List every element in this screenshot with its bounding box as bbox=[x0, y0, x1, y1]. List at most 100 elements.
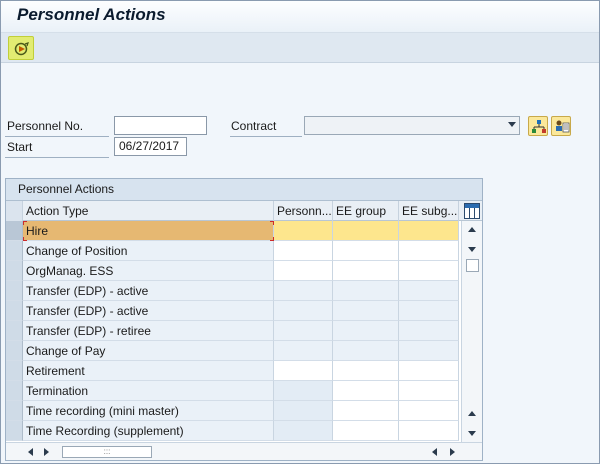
row-selector[interactable] bbox=[6, 281, 23, 301]
vertical-scrollbar[interactable] bbox=[461, 221, 482, 442]
personnel-cell[interactable] bbox=[274, 321, 333, 341]
scroll-right-icon[interactable] bbox=[44, 448, 49, 456]
row-selector[interactable] bbox=[6, 401, 23, 421]
table-row[interactable]: Transfer (EDP) - active bbox=[6, 301, 482, 321]
contract-underline bbox=[230, 136, 302, 137]
action-type-cell[interactable]: Time Recording (supplement) bbox=[23, 421, 274, 441]
personnel-cell[interactable] bbox=[274, 381, 333, 401]
header-ee-group[interactable]: EE group bbox=[333, 201, 399, 221]
scroll-up-icon[interactable] bbox=[468, 227, 476, 232]
ee-group-cell[interactable] bbox=[333, 361, 399, 381]
application-toolbar bbox=[1, 33, 599, 63]
scroll-left-end-icon[interactable] bbox=[432, 448, 437, 456]
chevron-down-icon[interactable] bbox=[508, 122, 516, 127]
scroll-page-up-icon[interactable] bbox=[468, 411, 476, 416]
ee-group-cell[interactable] bbox=[333, 401, 399, 421]
ee-group-cell[interactable] bbox=[333, 421, 399, 441]
action-type-cell[interactable]: Transfer (EDP) - active bbox=[23, 281, 274, 301]
table-row[interactable]: Time Recording (supplement) bbox=[6, 421, 482, 441]
ee-group-cell[interactable] bbox=[333, 261, 399, 281]
scroll-page-down-icon[interactable] bbox=[468, 431, 476, 436]
table-row[interactable]: OrgManag. ESS bbox=[6, 261, 482, 281]
personnel-cell[interactable] bbox=[274, 421, 333, 441]
action-type-cell[interactable]: Time recording (mini master) bbox=[23, 401, 274, 421]
start-underline bbox=[5, 157, 109, 158]
personnel-cell[interactable] bbox=[274, 401, 333, 421]
ee-group-cell[interactable] bbox=[333, 281, 399, 301]
execute-button[interactable] bbox=[8, 36, 34, 60]
table-row[interactable]: Retirement bbox=[6, 361, 482, 381]
table-row[interactable]: Transfer (EDP) - active bbox=[6, 281, 482, 301]
personnel-cell[interactable] bbox=[274, 281, 333, 301]
row-selector[interactable] bbox=[6, 301, 23, 321]
ee-subgroup-cell[interactable] bbox=[399, 341, 459, 361]
action-type-cell[interactable]: OrgManag. ESS bbox=[23, 261, 274, 281]
personnel-cell[interactable] bbox=[274, 241, 333, 261]
row-selector[interactable] bbox=[6, 221, 23, 241]
header-ee-subgroup[interactable]: EE subg... bbox=[399, 201, 459, 221]
ee-subgroup-cell[interactable] bbox=[399, 281, 459, 301]
table-row[interactable]: Termination bbox=[6, 381, 482, 401]
header-personnel[interactable]: Personn... bbox=[274, 201, 333, 221]
table-row[interactable]: Change of Pay bbox=[6, 341, 482, 361]
ee-group-cell[interactable] bbox=[333, 321, 399, 341]
ee-subgroup-cell[interactable] bbox=[399, 401, 459, 421]
title-bar: Personnel Actions bbox=[1, 1, 599, 33]
page-title: Personnel Actions bbox=[17, 5, 166, 24]
row-selector[interactable] bbox=[6, 421, 23, 441]
action-type-cell[interactable]: Change of Position bbox=[23, 241, 274, 261]
ee-group-cell[interactable] bbox=[333, 241, 399, 261]
row-selector[interactable] bbox=[6, 341, 23, 361]
personnel-no-input[interactable] bbox=[114, 116, 207, 135]
row-selector[interactable] bbox=[6, 241, 23, 261]
table-settings-icon[interactable] bbox=[464, 203, 480, 219]
personnel-cell[interactable] bbox=[274, 341, 333, 361]
personnel-cell[interactable] bbox=[274, 261, 333, 281]
ee-subgroup-cell[interactable] bbox=[399, 361, 459, 381]
ee-subgroup-cell[interactable] bbox=[399, 301, 459, 321]
ee-group-cell[interactable] bbox=[333, 221, 399, 241]
ee-subgroup-cell[interactable] bbox=[399, 221, 459, 241]
focus-marker bbox=[23, 221, 27, 225]
ee-subgroup-cell[interactable] bbox=[399, 241, 459, 261]
row-selector[interactable] bbox=[6, 381, 23, 401]
row-selector[interactable] bbox=[6, 321, 23, 341]
scroll-right-end-icon[interactable] bbox=[450, 448, 455, 456]
ee-group-cell[interactable] bbox=[333, 381, 399, 401]
contract-dropdown[interactable] bbox=[304, 116, 520, 135]
header-action-type[interactable]: Action Type bbox=[23, 201, 274, 221]
table-row[interactable]: Change of Position bbox=[6, 241, 482, 261]
org-structure-button[interactable] bbox=[528, 116, 548, 136]
personnel-cell[interactable] bbox=[274, 301, 333, 321]
table-row[interactable]: Time recording (mini master) bbox=[6, 401, 482, 421]
row-selector[interactable] bbox=[6, 261, 23, 281]
action-type-cell[interactable]: Termination bbox=[23, 381, 274, 401]
action-type-cell[interactable]: Change of Pay bbox=[23, 341, 274, 361]
ee-subgroup-cell[interactable] bbox=[399, 261, 459, 281]
ee-group-cell[interactable] bbox=[333, 301, 399, 321]
personnel-cell[interactable] bbox=[274, 221, 333, 241]
start-label: Start bbox=[7, 140, 33, 154]
ee-subgroup-cell[interactable] bbox=[399, 421, 459, 441]
horizontal-scroll-thumb[interactable]: ::: bbox=[62, 446, 152, 458]
ee-subgroup-cell[interactable] bbox=[399, 381, 459, 401]
scroll-thumb[interactable] bbox=[466, 259, 479, 272]
scroll-down-icon[interactable] bbox=[468, 247, 476, 252]
table-row[interactable]: Hire bbox=[6, 221, 482, 241]
action-type-cell[interactable]: Retirement bbox=[23, 361, 274, 381]
start-date-input[interactable]: 06/27/2017 bbox=[114, 137, 187, 156]
person-list-button[interactable] bbox=[551, 116, 571, 136]
personnel-cell[interactable] bbox=[274, 361, 333, 381]
action-type-cell[interactable]: Transfer (EDP) - active bbox=[23, 301, 274, 321]
scroll-left-icon[interactable] bbox=[28, 448, 33, 456]
ee-group-cell[interactable] bbox=[333, 341, 399, 361]
row-selector[interactable] bbox=[6, 361, 23, 381]
table-row[interactable]: Transfer (EDP) - retiree bbox=[6, 321, 482, 341]
select-all-header[interactable] bbox=[6, 201, 23, 221]
action-type-cell[interactable]: Hire bbox=[23, 221, 274, 241]
horizontal-scrollbar[interactable]: ::: bbox=[6, 442, 482, 460]
ee-subgroup-cell[interactable] bbox=[399, 321, 459, 341]
contract-label: Contract bbox=[231, 119, 277, 133]
action-type-cell[interactable]: Transfer (EDP) - retiree bbox=[23, 321, 274, 341]
execute-icon bbox=[14, 42, 29, 56]
